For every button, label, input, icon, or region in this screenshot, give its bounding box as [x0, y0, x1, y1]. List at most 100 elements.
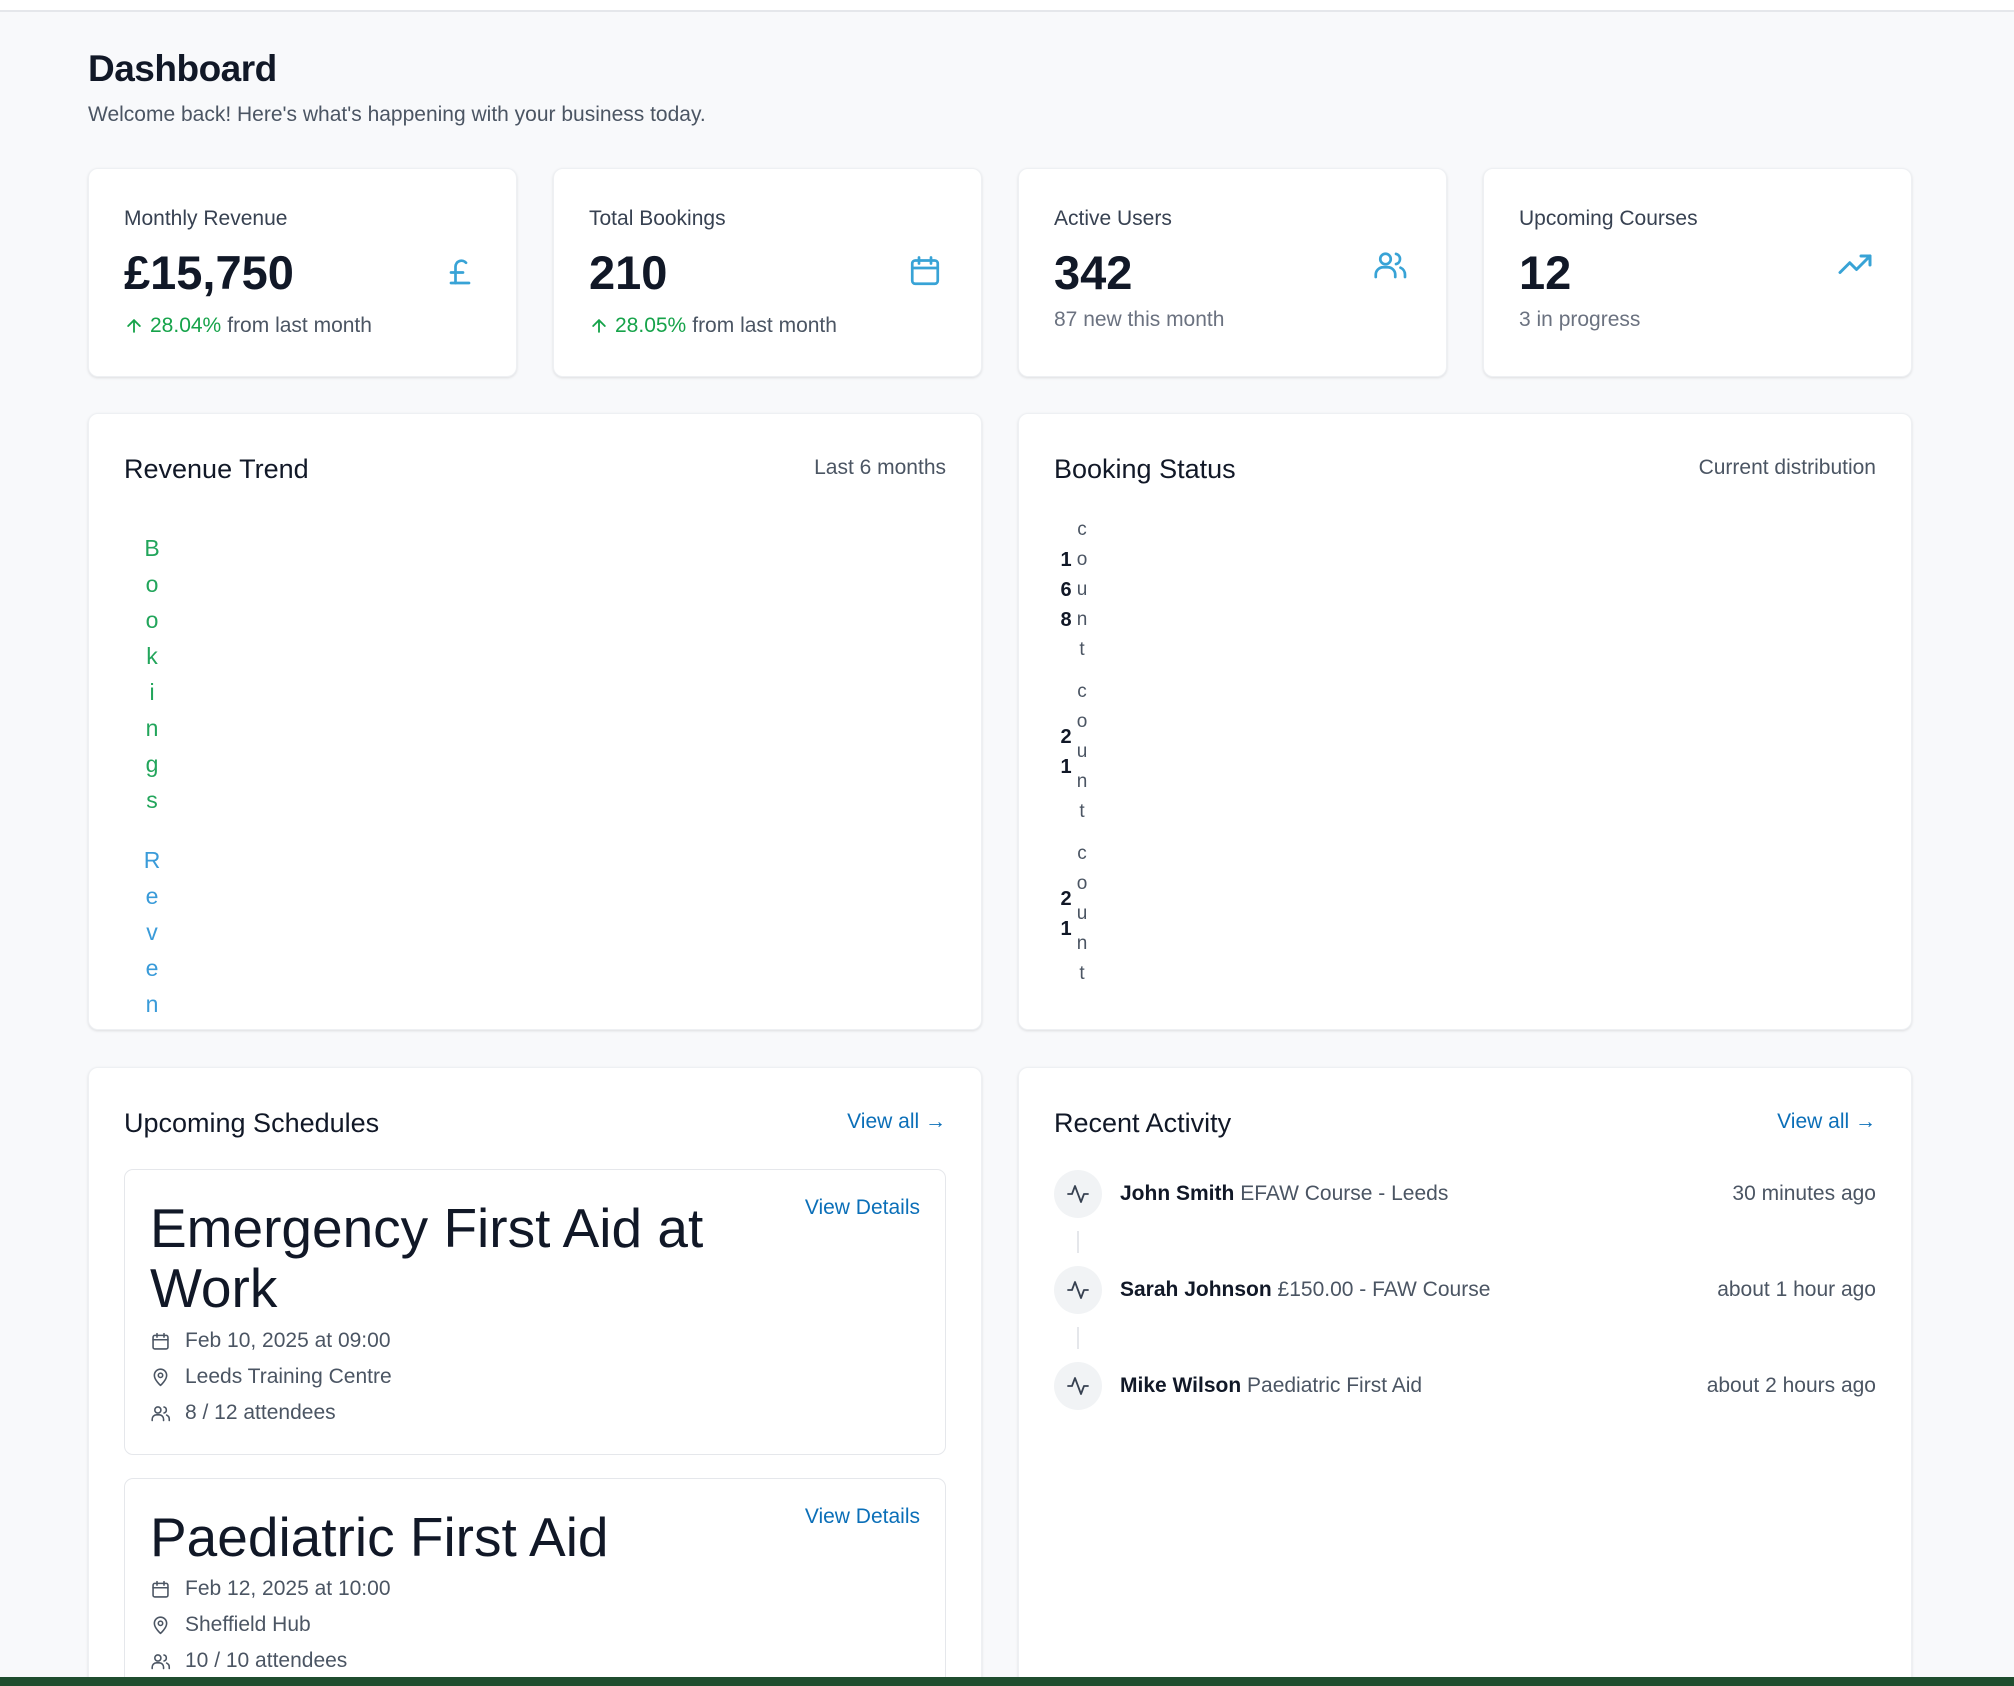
- activity-item[interactable]: John Smith EFAW Course - Leeds 30 minute…: [1054, 1170, 1876, 1220]
- vertical-char: o: [1076, 873, 1088, 894]
- vertical-char: 8: [1060, 609, 1072, 631]
- view-details-link[interactable]: View Details: [805, 1505, 920, 1529]
- revenue-trend-card: Revenue Trend Last 6 months Bookings Rev…: [88, 413, 982, 1030]
- activity-text: John Smith EFAW Course - Leeds: [1120, 1182, 1448, 1206]
- schedule-item: Paediatric First Aid View Details Feb 12…: [124, 1478, 946, 1686]
- calendar-icon: [152, 1580, 169, 1598]
- schedules-title: Upcoming Schedules: [124, 1108, 380, 1138]
- schedule-location: Sheffield Hub: [150, 1613, 311, 1637]
- view-details-link[interactable]: View Details: [805, 1196, 920, 1220]
- vertical-char: c: [1077, 843, 1087, 864]
- activity-time: about 1 hour ago: [1717, 1278, 1876, 1301]
- change-percent: 28.04%: [150, 314, 222, 337]
- vertical-char: o: [145, 607, 159, 633]
- schedule-attendees-text: 10 / 10 attendees: [185, 1649, 348, 1672]
- activity-icon: [1054, 1170, 1102, 1218]
- vertical-char: t: [1079, 639, 1085, 660]
- booking-status-card: Booking Status Current distribution 1 6 8 …: [1018, 413, 1912, 1030]
- vertical-char: 1: [1060, 756, 1072, 778]
- vertical-char: R: [143, 847, 161, 873]
- vertical-char: c: [1077, 681, 1087, 702]
- schedule-attendees-text: 8 / 12 attendees: [185, 1401, 336, 1424]
- stat-value: £15,750: [124, 246, 294, 299]
- vertical-char: u: [1076, 903, 1088, 924]
- schedule-date: Feb 12, 2025 at 10:00: [150, 1577, 391, 1601]
- activity-user: Mike Wilson: [1120, 1374, 1242, 1397]
- calendar-icon: [910, 256, 940, 286]
- vertical-char: n: [1076, 771, 1088, 792]
- stat-value: 210: [589, 246, 668, 299]
- stat-label: Total Bookings: [589, 207, 726, 230]
- schedule-title: Emergency First Aid at Work: [150, 1197, 704, 1319]
- activity-icon: [1054, 1266, 1102, 1314]
- activity-connector: [1077, 1327, 1079, 1349]
- users-icon: [151, 1405, 171, 1421]
- activity-connector: [1077, 1231, 1079, 1253]
- activity-time: 30 minutes ago: [1732, 1182, 1876, 1205]
- status-group: 21 count: [1059, 839, 1099, 989]
- activity-text: Sarah Johnson £150.00 - FAW Course: [1120, 1278, 1490, 1302]
- schedule-title: Paediatric First Aid: [150, 1506, 609, 1568]
- arrow-up-icon: [127, 319, 141, 333]
- stat-label: Upcoming Courses: [1519, 207, 1698, 230]
- schedule-date-text: Feb 10, 2025 at 09:00: [185, 1329, 391, 1352]
- schedule-attendees: 8 / 12 attendees: [150, 1401, 336, 1425]
- pound-icon: [449, 259, 471, 285]
- stat-card-courses: Upcoming Courses 12 3 in progress: [1483, 168, 1912, 377]
- status-label: count: [1075, 839, 1089, 989]
- schedule-date: Feb 10, 2025 at 09:00: [150, 1329, 391, 1353]
- activity-view-all-link[interactable]: View all →: [1777, 1110, 1876, 1134]
- vertical-char: 1: [1060, 549, 1072, 571]
- stat-card-revenue: Monthly Revenue £15,750 28.04% from last…: [88, 168, 517, 377]
- vertical-char: o: [1076, 549, 1088, 570]
- stat-note: 3 in progress: [1519, 308, 1641, 331]
- change-percent: 28.05%: [615, 314, 687, 337]
- users-icon: [151, 1653, 171, 1669]
- vertical-char: v: [146, 919, 158, 945]
- vertical-char: u: [1076, 741, 1088, 762]
- activity-user: Sarah Johnson: [1120, 1278, 1272, 1301]
- activity-user: John Smith: [1120, 1182, 1235, 1205]
- activity-item[interactable]: Sarah Johnson £150.00 - FAW Course about…: [1054, 1266, 1876, 1316]
- activity-card: Recent Activity View all → John Smith EF…: [1018, 1067, 1912, 1686]
- stat-card-users: Active Users 342 87 new this month: [1018, 168, 1447, 377]
- activity-title: Recent Activity: [1054, 1108, 1232, 1138]
- page-title: Dashboard: [88, 48, 277, 89]
- activity-text: Mike Wilson Paediatric First Aid: [1120, 1374, 1422, 1398]
- activity-item[interactable]: Mike Wilson Paediatric First Aid about 2…: [1054, 1362, 1876, 1412]
- vertical-char: n: [1076, 933, 1088, 954]
- stat-card-bookings: Total Bookings 210 28.05% from last mont…: [553, 168, 982, 377]
- stat-change: 28.05% from last month: [589, 314, 837, 338]
- stat-change: 28.04% from last month: [124, 314, 372, 338]
- schedule-location: Leeds Training Centre: [150, 1365, 392, 1389]
- activity-icon: [1054, 1362, 1102, 1410]
- schedules-view-all-link[interactable]: View all →: [847, 1110, 946, 1134]
- bottom-bar: [0, 1677, 2014, 1686]
- vertical-char: n: [145, 715, 159, 741]
- status-label: count: [1075, 515, 1089, 665]
- schedule-date-text: Feb 12, 2025 at 10:00: [185, 1577, 391, 1600]
- vertical-char: o: [1076, 711, 1088, 732]
- calendar-icon: [152, 1332, 169, 1350]
- schedules-card: Upcoming Schedules View all → Emergency …: [88, 1067, 982, 1686]
- activity-detail: EFAW Course - Leeds: [1240, 1182, 1449, 1205]
- vertical-char: i: [149, 679, 155, 705]
- status-group: 21 count: [1059, 677, 1099, 827]
- schedule-attendees: 10 / 10 attendees: [150, 1649, 347, 1673]
- top-bar: [0, 0, 2014, 12]
- arrow-up-icon: [592, 319, 606, 333]
- status-value: 1 6 8: [1059, 545, 1073, 635]
- stat-label: Active Users: [1054, 207, 1172, 230]
- vertical-char: o: [145, 571, 159, 597]
- change-suffix: from last month: [692, 314, 837, 337]
- legend-revenue: Reven: [142, 842, 162, 1022]
- vertical-char: B: [144, 535, 160, 561]
- legend-bookings: Bookings: [142, 530, 162, 818]
- users-icon: [1374, 252, 1407, 279]
- vertical-char: k: [146, 643, 158, 669]
- schedule-location-text: Leeds Training Centre: [185, 1365, 392, 1388]
- revenue-trend-title: Revenue Trend: [124, 454, 309, 484]
- vertical-char: 2: [1060, 888, 1072, 910]
- status-group: 1 6 8 count: [1059, 515, 1099, 665]
- status-value: 21: [1059, 722, 1073, 782]
